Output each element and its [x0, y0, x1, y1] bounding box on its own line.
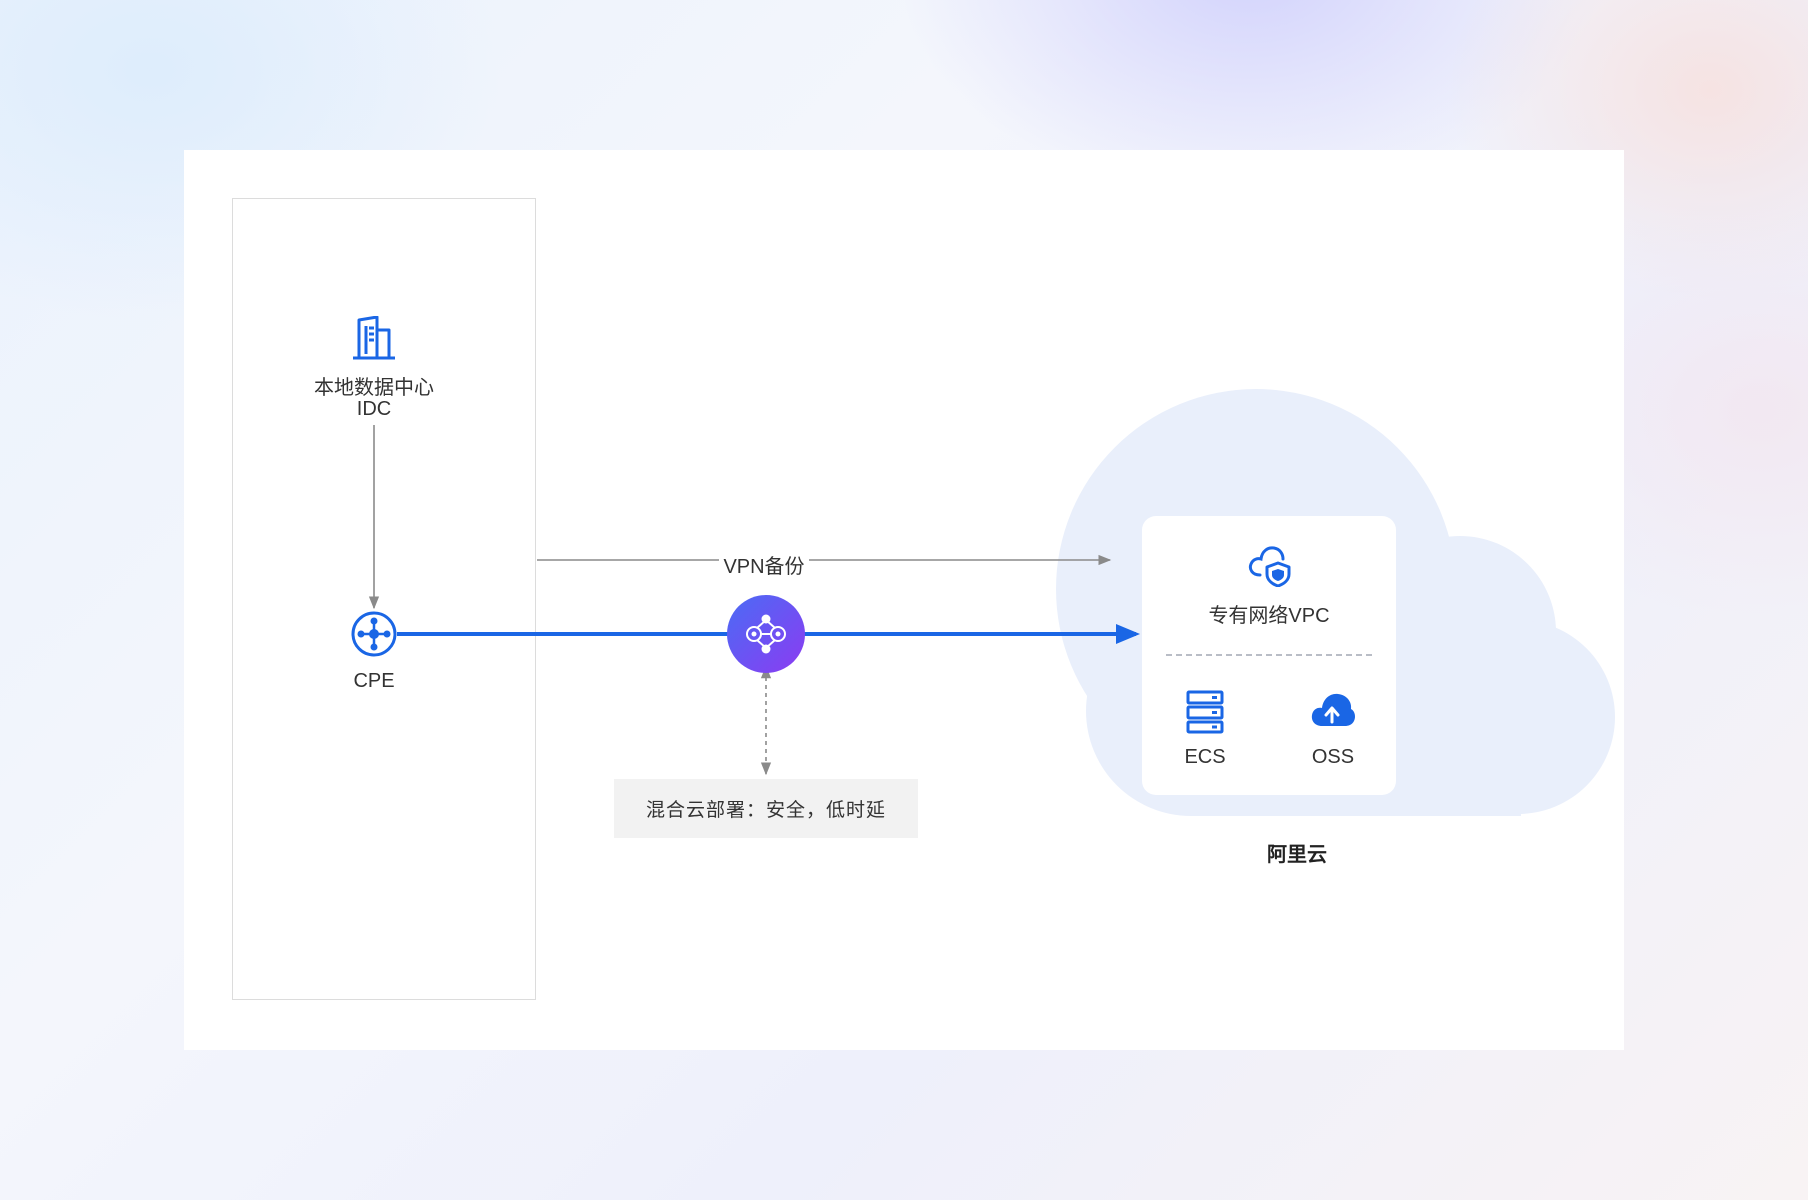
page-background: VPN备份 本地数据中心 IDC CPE 混合云部署：安全，低时延 专有网络VP… [0, 0, 1808, 1200]
idc-title: 本地数据中心 [314, 377, 434, 399]
vpc-divider [1166, 654, 1372, 656]
oss-label: OSS [1311, 746, 1355, 768]
building-icon [353, 316, 395, 360]
cpe-label: CPE [353, 670, 395, 692]
network-node-icon [351, 611, 397, 657]
primary-link-arrowhead [1116, 624, 1140, 644]
server-stack-icon [1186, 690, 1224, 734]
diagram-canvas: VPN备份 本地数据中心 IDC CPE 混合云部署：安全，低时延 专有网络VP… [184, 150, 1624, 1050]
connection-hub-icon [727, 595, 805, 673]
idc-subtitle: IDC [356, 398, 392, 420]
ecs-label: ECS [1184, 746, 1226, 768]
vpc-label: 专有网络VPC [1208, 605, 1330, 627]
vpn-backup-label: VPN备份 [719, 550, 809, 584]
aliyun-label: 阿里云 [1267, 844, 1327, 866]
connector-lines [368, 425, 1140, 776]
cloud-upload-icon [1311, 693, 1355, 726]
cloud-shield-icon [1248, 546, 1291, 587]
hybrid-cloud-note: 混合云部署：安全，低时延 [614, 779, 918, 838]
